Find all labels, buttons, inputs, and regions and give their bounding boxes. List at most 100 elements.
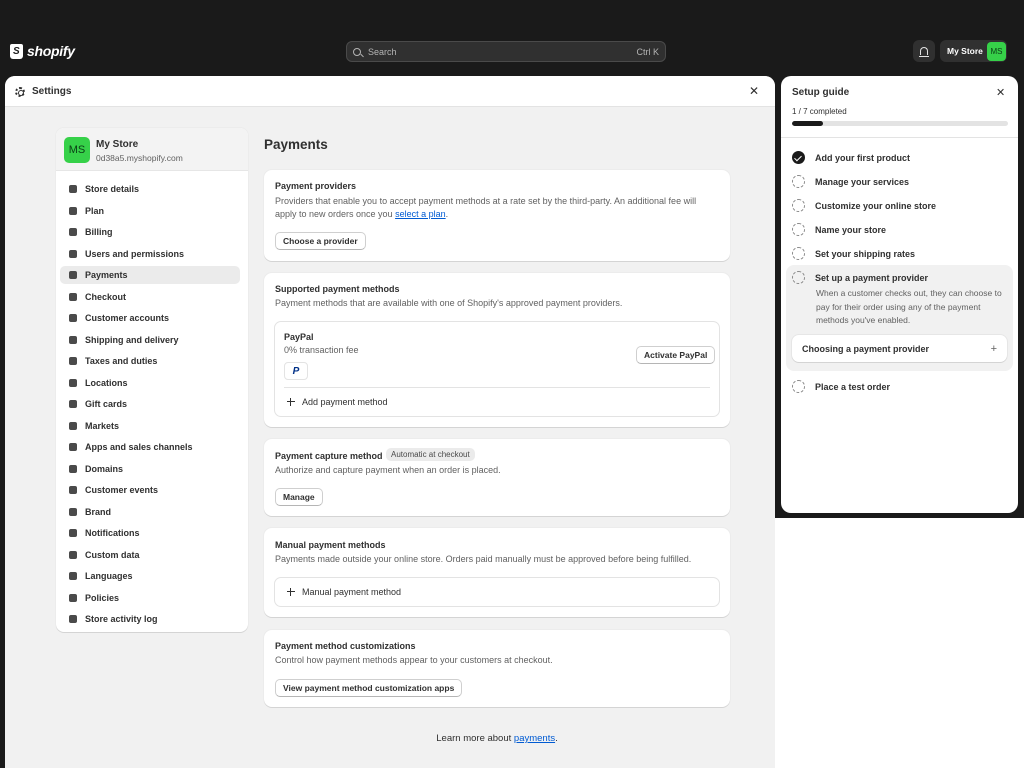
card-description: Providers that enable you to accept paym… xyxy=(275,195,720,221)
view-customization-apps-button[interactable]: View payment method customization apps xyxy=(275,679,463,697)
search-shortcut: Ctrl K xyxy=(636,46,660,57)
nav-item-store-activity-log[interactable]: Store activity log xyxy=(60,610,240,628)
avatar: MS xyxy=(64,137,90,163)
nav-item-taxes-and-duties[interactable]: Taxes and duties xyxy=(60,352,240,370)
database-icon xyxy=(68,550,78,560)
plus-icon xyxy=(287,588,295,596)
manual-method-box[interactable]: Manual payment method xyxy=(274,577,720,607)
dashed-circle-icon xyxy=(792,380,805,393)
nav-item-domains[interactable]: Domains xyxy=(60,460,240,478)
nav-item-label: Customer events xyxy=(85,485,159,495)
nav-item-notifications[interactable]: Notifications xyxy=(60,524,240,542)
close-settings-button[interactable]: ✕ xyxy=(749,84,759,98)
progress-bar xyxy=(792,121,1008,126)
nav-item-brand[interactable]: Brand xyxy=(60,503,240,521)
check-circle-icon xyxy=(792,151,805,164)
supported-payment-methods-card: Supported payment methods Payment method… xyxy=(264,273,730,427)
gift-card-icon xyxy=(68,399,78,409)
avatar: MS xyxy=(987,41,1006,61)
add-payment-method-button[interactable]: Add payment method xyxy=(287,397,388,407)
paypal-name: PayPal xyxy=(284,332,314,342)
learn-more: Learn more about payments. xyxy=(264,733,730,744)
step-place-test-order[interactable]: Place a test order xyxy=(792,380,1008,393)
nav-item-label: Gift cards xyxy=(85,399,128,409)
payment-providers-card: Payment providers Providers that enable … xyxy=(264,170,730,261)
paypal-logo-icon: P xyxy=(284,362,308,380)
search-placeholder: Search xyxy=(368,46,397,57)
card-description: Payments made outside your online store.… xyxy=(275,554,692,564)
progress-fill xyxy=(792,121,823,126)
step-customize-online-store[interactable]: Customize your online store xyxy=(792,199,1008,212)
plus-icon: + xyxy=(990,342,997,355)
step-label: Set your shipping rates xyxy=(815,248,916,259)
nav-item-label: Custom data xyxy=(85,549,140,560)
search-input[interactable]: Search Ctrl K xyxy=(346,41,666,62)
manage-button[interactable]: Manage xyxy=(275,488,323,506)
nav-item-payments[interactable]: Payments xyxy=(60,266,240,284)
nav-item-users-and-permissions[interactable]: Users and permissions xyxy=(60,245,240,263)
nav-item-label: Notifications xyxy=(85,528,140,538)
step-name-store[interactable]: Name your store xyxy=(792,223,1008,236)
card-title: Payment method customizations xyxy=(275,641,416,651)
domain-icon xyxy=(68,464,78,474)
step-set-shipping-rates[interactable]: Set your shipping rates xyxy=(792,247,1008,260)
dashed-circle-icon xyxy=(792,175,805,188)
settings-title: Settings xyxy=(32,86,72,97)
nav-item-label: Policies xyxy=(85,592,120,603)
learn-more-text: Learn more about xyxy=(436,733,514,744)
close-guide-button[interactable]: ✕ xyxy=(996,86,1005,99)
select-plan-link[interactable]: select a plan xyxy=(395,209,446,219)
dashed-circle-icon xyxy=(792,247,805,260)
choose-provider-button[interactable]: Choose a provider xyxy=(275,232,366,250)
nav-item-label: Plan xyxy=(85,205,105,216)
nav-item-customer-accounts[interactable]: Customer accounts xyxy=(60,309,240,327)
document-icon xyxy=(68,593,78,603)
step-label: Manage your services xyxy=(815,176,910,187)
nav-item-checkout[interactable]: Checkout xyxy=(60,288,240,306)
add-manual-payment-method-button[interactable]: Manual payment method xyxy=(287,587,401,597)
step-manage-services[interactable]: Manage your services xyxy=(792,175,1008,188)
nav-item-billing[interactable]: Billing xyxy=(60,223,240,241)
globe-icon xyxy=(68,421,78,431)
nav-item-store-details[interactable]: Store details xyxy=(60,180,240,198)
step-add-first-product[interactable]: Add your first product xyxy=(792,151,1008,164)
nav-item-apps-and-sales-channels[interactable]: Apps and sales channels xyxy=(60,438,240,456)
nav-item-label: Languages xyxy=(85,571,133,581)
paypal-box: PayPal 0% transaction fee P Activate Pay… xyxy=(274,321,720,417)
step-label: Set up a payment provider xyxy=(815,272,929,283)
notifications-button[interactable] xyxy=(913,40,935,62)
nav-item-label: Users and permissions xyxy=(85,248,185,259)
card-title: Payment capture method xyxy=(275,451,383,461)
nav-item-markets[interactable]: Markets xyxy=(60,417,240,435)
nav-store-header[interactable]: MS My Store 0d38a5.myshopify.com xyxy=(56,128,248,171)
choose-payment-provider-action[interactable]: Choosing a payment provider + xyxy=(792,335,1007,362)
nav-item-label: Shipping and delivery xyxy=(85,334,179,345)
action-label: Choosing a payment provider xyxy=(802,343,930,354)
person-icon xyxy=(68,313,78,323)
dashed-circle-icon xyxy=(792,199,805,212)
activate-paypal-button[interactable]: Activate PayPal xyxy=(636,346,716,364)
nav-item-locations[interactable]: Locations xyxy=(60,374,240,392)
payment-capture-card: Payment capture method Automatic at chec… xyxy=(264,439,730,516)
nav-item-label: Store activity log xyxy=(85,614,158,624)
bell-icon xyxy=(68,528,78,538)
nav-item-label: Locations xyxy=(85,377,128,388)
search-icon xyxy=(353,47,361,56)
store-menu-button[interactable]: My Store MS xyxy=(940,40,1007,62)
truck-icon xyxy=(68,335,78,345)
nav-item-policies[interactable]: Policies xyxy=(60,589,240,607)
store-menu-label: My Store xyxy=(947,46,983,56)
dashed-circle-icon xyxy=(792,271,805,284)
nav-item-customer-events[interactable]: Customer events xyxy=(60,481,240,499)
payments-help-link[interactable]: payments xyxy=(514,733,555,744)
nav-item-plan[interactable]: Plan xyxy=(60,202,240,220)
shopify-logo[interactable]: shopify xyxy=(10,43,75,59)
step-set-up-payment-provider[interactable]: Set up a payment provider xyxy=(792,271,1008,284)
nav-item-languages[interactable]: Languages xyxy=(60,567,240,585)
card-description: Control how payment methods appear to yo… xyxy=(275,655,553,665)
nav-item-shipping-and-delivery[interactable]: Shipping and delivery xyxy=(60,331,240,349)
apps-icon xyxy=(68,442,78,452)
nav-item-custom-data[interactable]: Custom data xyxy=(60,546,240,564)
nav-item-gift-cards[interactable]: Gift cards xyxy=(60,395,240,413)
nav-item-label: Apps and sales channels xyxy=(85,442,193,452)
